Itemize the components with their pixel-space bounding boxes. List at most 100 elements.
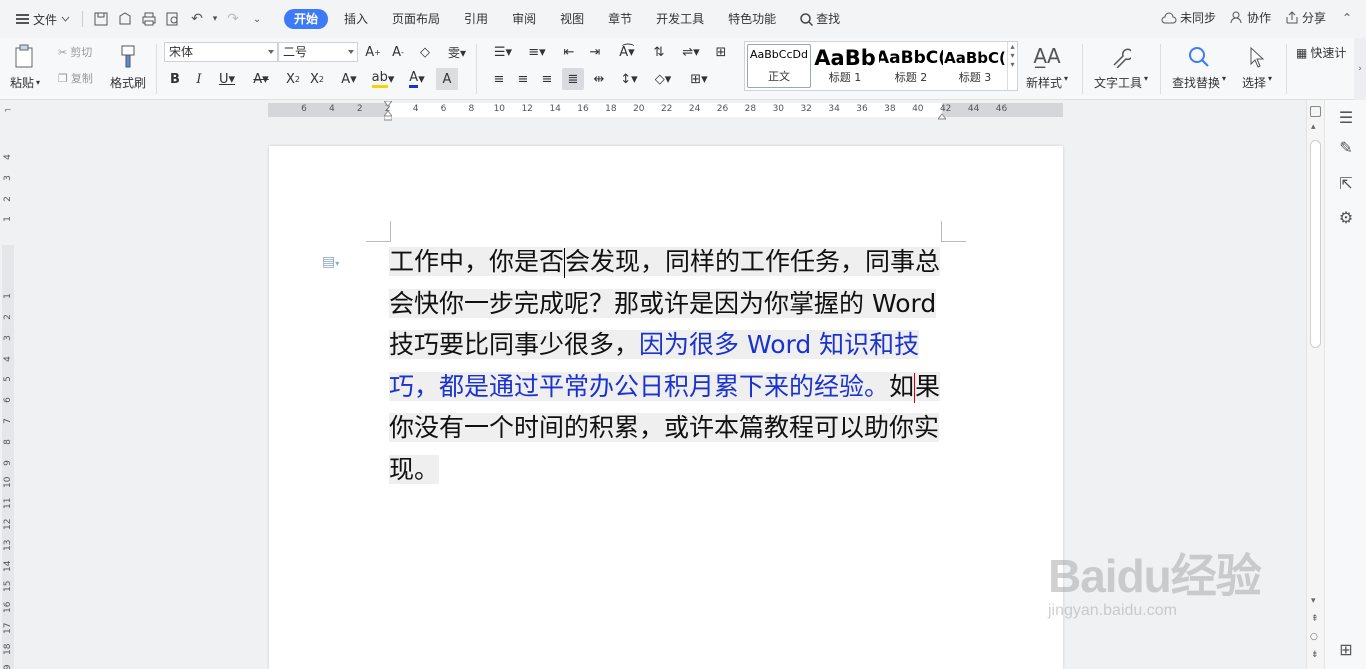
distribute-icon[interactable]: ⇹ xyxy=(588,68,610,90)
tab-review[interactable]: 审阅 xyxy=(500,9,548,29)
subscript-icon[interactable]: X2 xyxy=(306,68,328,90)
export-icon[interactable] xyxy=(115,9,135,29)
highlight-icon[interactable]: ab ▾ xyxy=(368,68,398,90)
tab-search[interactable]: 查找 xyxy=(788,9,852,29)
customize-toolbar-icon[interactable]: ⌄ xyxy=(247,9,267,29)
select-button[interactable]: 选择 ▾ xyxy=(1242,42,1272,91)
tab-references[interactable]: 引用 xyxy=(452,9,500,29)
tab-chapter[interactable]: 章节 xyxy=(596,9,644,29)
divider xyxy=(82,11,84,27)
split-view-icon[interactable] xyxy=(1310,106,1321,117)
tab-stop-icon[interactable]: ⌐ xyxy=(4,106,12,116)
magnifier-icon xyxy=(1189,47,1209,67)
prev-page-icon[interactable]: ⇞ xyxy=(1311,614,1319,624)
print-preview-icon[interactable] xyxy=(163,9,183,29)
align-left-icon[interactable]: ≡ xyxy=(488,68,510,90)
pen-icon[interactable]: ✎ xyxy=(1335,136,1357,158)
print-icon[interactable] xyxy=(139,9,159,29)
undo-icon[interactable]: ↶ xyxy=(187,9,207,29)
document-paragraph[interactable]: 工作中，你是否会发现，同样的工作任务，同事总会快你一步完成呢？那或许是因为你掌握… xyxy=(389,241,949,490)
style-heading-3[interactable]: AaBbC( 标题 3 xyxy=(943,44,1007,88)
find-replace-button[interactable]: 查找替换 ▾ xyxy=(1172,42,1226,91)
tab-view[interactable]: 视图 xyxy=(548,9,596,29)
tab-insert[interactable]: 插入 xyxy=(332,9,380,29)
ruler-tick-label: 7 xyxy=(3,418,13,424)
indent-marker[interactable] xyxy=(382,100,394,121)
superscript-icon[interactable]: X2 xyxy=(282,68,304,90)
numbered-list-icon[interactable]: ≡▾ xyxy=(522,41,552,63)
underline-icon[interactable]: U▾ xyxy=(212,68,242,90)
phonetic-guide-icon[interactable]: 雯▾ xyxy=(442,41,472,63)
cut-button[interactable]: ✂ 剪切 xyxy=(58,44,92,60)
text-direction-icon[interactable]: A͡▾ xyxy=(612,41,642,63)
ribbon-scroll-right[interactable]: › xyxy=(1354,38,1366,100)
chevron-down-icon[interactable]: ▾ xyxy=(211,9,219,29)
tab-developer[interactable]: 开发工具 xyxy=(644,9,716,29)
decrease-indent-icon[interactable]: ⇤ xyxy=(558,41,580,63)
align-right-icon[interactable]: ≡ xyxy=(536,68,558,90)
sort-icon[interactable]: ⇅ xyxy=(648,41,670,63)
ruler-tick-label: 24 xyxy=(688,104,701,114)
format-painter-label: 格式刷 xyxy=(110,76,147,90)
next-page-icon[interactable]: ⇟ xyxy=(1311,650,1319,660)
watermark: Baidu经验 jingyan.baidu.com xyxy=(1048,540,1262,620)
clear-format-icon[interactable]: ◇ xyxy=(414,41,436,63)
file-menu-button[interactable]: 文件 xyxy=(12,9,74,29)
browse-object-icon[interactable]: ○ xyxy=(1310,632,1318,642)
borders-icon[interactable]: ⊞▾ xyxy=(684,68,714,90)
collab-button[interactable]: 协作 xyxy=(1230,9,1271,26)
more-options-icon[interactable]: ⋮ xyxy=(1310,11,1324,27)
text-tools-button[interactable]: 文字工具 ▾ xyxy=(1094,42,1148,91)
copy-button[interactable]: ❐ 复制 xyxy=(58,70,93,86)
line-spacing-icon[interactable]: ↕▾ xyxy=(614,68,644,90)
collapse-ribbon-icon[interactable]: ⌃ xyxy=(1342,11,1352,25)
sync-button[interactable]: 未同步 xyxy=(1161,9,1216,26)
right-indent-marker[interactable] xyxy=(936,110,948,124)
quick-calc-button[interactable]: ▦ 快速计 xyxy=(1296,44,1346,61)
table-layout-icon[interactable]: ⊞ xyxy=(710,41,732,63)
paragraph-layout-icon[interactable]: ▤▾ xyxy=(322,254,339,270)
align-justify-icon[interactable]: ≣ xyxy=(562,68,584,90)
ruler-tick-label: 40 xyxy=(912,104,924,114)
divider xyxy=(1160,44,1161,94)
paste-button[interactable]: 粘贴 ▾ xyxy=(10,42,40,91)
tab-home[interactable]: 开始 xyxy=(284,9,329,29)
shrink-font-icon[interactable]: A- xyxy=(387,41,409,63)
style-heading-2[interactable]: AaBbC( 标题 2 xyxy=(879,44,943,88)
save-icon[interactable] xyxy=(91,9,111,29)
scroll-up-icon[interactable]: ▴ xyxy=(1311,122,1316,132)
font-size-select[interactable]: 二号 xyxy=(278,42,358,62)
scrollbar-thumb[interactable] xyxy=(1310,140,1321,348)
show-marks-icon[interactable]: ⇌▾ xyxy=(676,41,706,63)
hamburger-icon xyxy=(16,14,29,24)
settings-sliders-icon[interactable]: ⚙ xyxy=(1335,206,1357,228)
format-painter-button[interactable]: 格式刷 xyxy=(110,42,146,91)
grid-icon[interactable]: ⊞ xyxy=(1335,638,1357,660)
bold-icon[interactable]: B xyxy=(164,68,186,90)
tab-page-layout[interactable]: 页面布局 xyxy=(380,9,452,29)
select-cursor-icon[interactable]: ⇱ xyxy=(1335,172,1357,194)
ruler-tick-label: 20 xyxy=(633,104,645,114)
list-icon[interactable]: ☰ xyxy=(1335,106,1357,128)
new-style-button[interactable]: A̲A 新样式 ▾ xyxy=(1026,42,1068,91)
font-name-select[interactable]: 宋体 xyxy=(164,42,278,62)
font-color-icon[interactable]: A ▾ xyxy=(402,68,432,90)
italic-icon[interactable]: I xyxy=(188,68,210,90)
style-heading-1[interactable]: AaBb 标题 1 xyxy=(813,44,877,88)
redo-icon[interactable]: ↷ xyxy=(223,9,243,29)
char-shading-icon[interactable]: A xyxy=(436,68,458,90)
text-effect-icon[interactable]: A▾ xyxy=(334,68,364,90)
scroll-down-icon[interactable]: ▾ xyxy=(1311,596,1316,606)
divider xyxy=(1082,44,1083,94)
bullet-list-icon[interactable]: ☰▾ xyxy=(488,41,518,63)
grow-font-icon[interactable]: A + xyxy=(362,41,384,63)
increase-indent-icon[interactable]: ⇥ xyxy=(584,41,606,63)
shading-icon[interactable]: ◇▾ xyxy=(648,68,678,90)
style-normal[interactable]: AaBbCcDd 正文 xyxy=(747,44,811,88)
vertical-scrollbar[interactable]: ▴ ▾ ⇞ ○ ⇟ xyxy=(1306,100,1324,669)
style-gallery-scroll[interactable]: ▴ ▾ ▾ xyxy=(1007,42,1017,90)
document-page[interactable]: ▤▾ 工作中，你是否会发现，同样的工作任务，同事总会快你一步完成呢？那或许是因为… xyxy=(269,146,1063,669)
tab-special[interactable]: 特色功能 xyxy=(716,9,788,29)
strikethrough-icon[interactable]: A▾ xyxy=(246,68,276,90)
align-center-icon[interactable]: ≡ xyxy=(512,68,534,90)
